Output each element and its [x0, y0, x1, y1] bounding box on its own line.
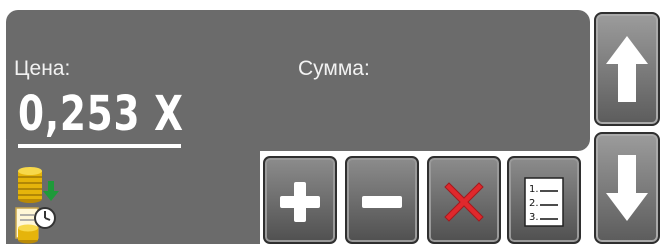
list-number-2: 2. — [529, 198, 539, 209]
coins-clock-icon[interactable] — [14, 206, 58, 244]
arrow-down-icon — [606, 155, 648, 221]
price-value: 0,253 Х — [18, 86, 184, 142]
minus-icon — [362, 195, 402, 208]
cross-icon — [444, 181, 484, 222]
list-number-3: 3. — [529, 212, 539, 223]
coins-arrow-icon[interactable] — [14, 161, 60, 203]
plus-icon — [280, 181, 320, 222]
numbered-list-icon: 1. 2. 3. — [524, 176, 564, 227]
add-button[interactable] — [263, 156, 337, 244]
arrow-up-icon — [606, 36, 648, 102]
list-button[interactable]: 1. 2. 3. — [507, 156, 581, 244]
delete-button[interactable] — [427, 156, 501, 244]
remove-button[interactable] — [345, 156, 419, 244]
price-underline — [18, 144, 181, 148]
scroll-up-button[interactable] — [594, 12, 660, 126]
list-number-1: 1. — [529, 184, 539, 195]
scroll-down-button[interactable] — [594, 132, 660, 244]
sum-label: Сумма: — [298, 57, 370, 80]
price-label: Цена: — [14, 57, 71, 80]
